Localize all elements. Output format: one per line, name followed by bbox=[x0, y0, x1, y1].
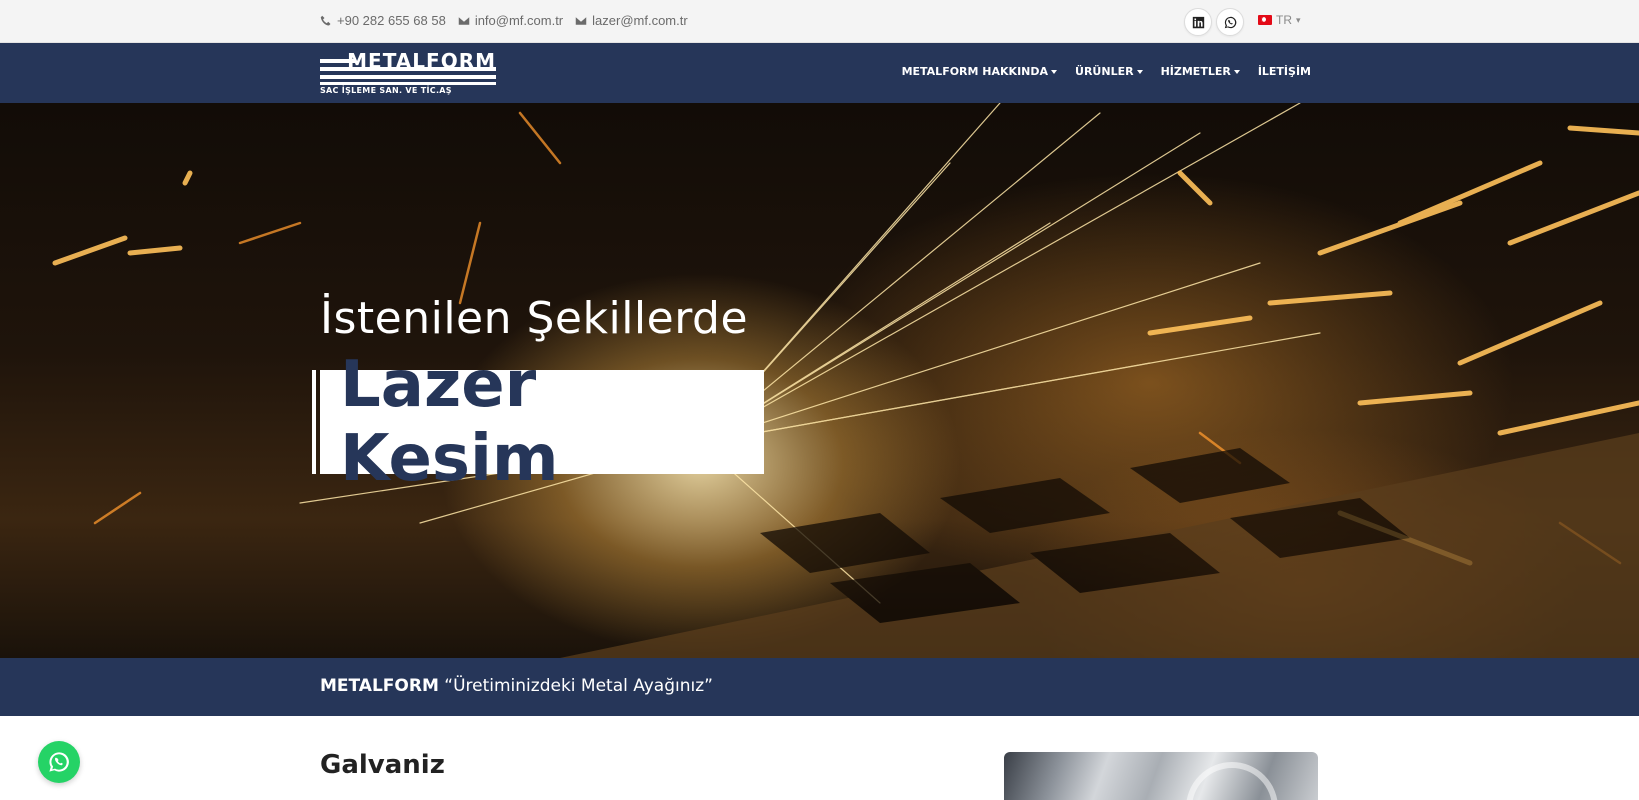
slogan-text: METALFORM “Üretiminizdeki Metal Ayağınız… bbox=[320, 676, 713, 696]
linkedin-icon bbox=[1192, 16, 1204, 28]
main-menu: METALFORM HAKKINDA ÜRÜNLER HİZMETLER İLE… bbox=[902, 65, 1311, 78]
section-title: Galvaniz bbox=[320, 750, 445, 780]
slogan-quote: “Üretiminizdeki Metal Ayağınız” bbox=[444, 676, 713, 696]
hero-headline: Lazer Kesim bbox=[340, 348, 559, 496]
site-logo[interactable]: METALFORM SAC İŞLEME SAN. VE TİC.AŞ bbox=[320, 49, 496, 95]
slogan-brand: METALFORM bbox=[320, 676, 439, 696]
whatsapp-icon bbox=[49, 752, 69, 772]
menu-item-services[interactable]: HİZMETLER bbox=[1161, 65, 1240, 78]
email-info-link[interactable]: info@mf.com.tr bbox=[458, 13, 563, 28]
whatsapp-button[interactable] bbox=[1216, 8, 1244, 36]
chevron-down-icon: ▾ bbox=[1296, 14, 1301, 25]
phone-icon bbox=[320, 15, 331, 25]
turkey-flag-icon bbox=[1258, 15, 1272, 25]
logo-subtitle: SAC İŞLEME SAN. VE TİC.AŞ bbox=[320, 86, 452, 95]
social-links bbox=[1184, 8, 1244, 36]
language-code: TR bbox=[1276, 13, 1292, 27]
linkedin-button[interactable] bbox=[1184, 8, 1212, 36]
menu-item-about[interactable]: METALFORM HAKKINDA bbox=[902, 65, 1058, 78]
sparks-background bbox=[52, 103, 1639, 658]
phone-link[interactable]: +90 282 655 68 58 bbox=[320, 13, 446, 28]
caret-down-icon bbox=[1051, 69, 1058, 74]
phone-number: +90 282 655 68 58 bbox=[337, 13, 446, 28]
email-laser-link[interactable]: lazer@mf.com.tr bbox=[575, 13, 688, 28]
hero-kicker: İstenilen Şekillerde bbox=[320, 293, 749, 344]
main-navbar: METALFORM SAC İŞLEME SAN. VE TİC.AŞ META… bbox=[0, 43, 1639, 103]
whatsapp-icon bbox=[1224, 16, 1236, 28]
hero-headline-box: Lazer Kesim bbox=[312, 348, 764, 496]
caret-down-icon bbox=[1233, 69, 1240, 74]
email-laser: lazer@mf.com.tr bbox=[592, 13, 688, 28]
galvanized-coil-image bbox=[1004, 752, 1318, 800]
slogan-strip: METALFORM “Üretiminizdeki Metal Ayağınız… bbox=[0, 658, 1639, 716]
whatsapp-float-button[interactable] bbox=[38, 741, 80, 783]
language-selector[interactable]: TR ▾ bbox=[1258, 13, 1301, 27]
envelope-icon bbox=[458, 16, 470, 25]
hero-banner: İstenilen Şekillerde Lazer Kesim bbox=[0, 103, 1639, 658]
caret-down-icon bbox=[1136, 69, 1143, 74]
top-bar: +90 282 655 68 58 info@mf.com.tr lazer@m… bbox=[0, 0, 1639, 43]
menu-item-contact[interactable]: İLETİŞİM bbox=[1258, 65, 1311, 78]
contact-info: +90 282 655 68 58 info@mf.com.tr lazer@m… bbox=[320, 13, 688, 28]
email-info: info@mf.com.tr bbox=[474, 13, 564, 28]
envelope-icon bbox=[575, 16, 587, 25]
menu-item-products[interactable]: ÜRÜNLER bbox=[1075, 65, 1143, 78]
